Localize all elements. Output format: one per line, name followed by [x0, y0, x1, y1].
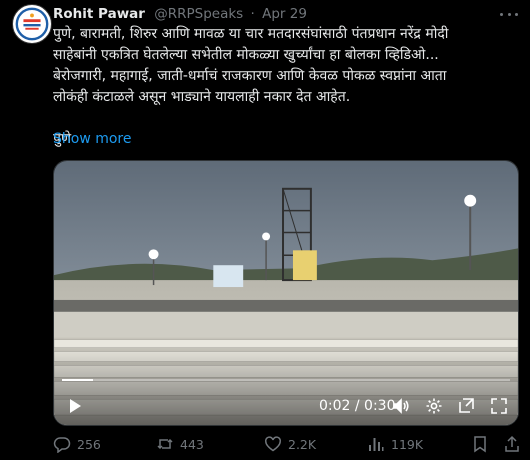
avatar-logo-icon [13, 5, 51, 43]
tweet-timestamp[interactable]: Apr 29 [262, 6, 307, 22]
video-controls: 0:02 / 0:30 [54, 393, 518, 419]
tweet-text-line: पुणे, बारामती, शिरुर आणि मावळ या चार मतद… [53, 26, 449, 42]
video-frame [54, 161, 518, 425]
avatar[interactable] [12, 4, 52, 44]
show-more-link[interactable]: Show more [53, 129, 132, 150]
reply-button[interactable]: 256 [53, 434, 101, 454]
tweet: Rohit Pawar @RRPSpeaks · Apr 29 पुणे, बा… [0, 0, 530, 460]
tweet-text-line: साहेबांनी एकत्रित घेतलेल्या सभेतील मोकळ्… [53, 47, 439, 63]
video-timecode: 0:02 / 0:30 [319, 398, 396, 414]
views-button[interactable]: 119K [367, 434, 423, 454]
reply-icon [53, 437, 71, 453]
like-count: 2.2K [288, 436, 317, 452]
settings-icon[interactable] [425, 397, 443, 415]
views-chart-icon [369, 438, 384, 451]
author-name[interactable]: Rohit Pawar [53, 6, 145, 22]
share-button[interactable] [503, 434, 527, 454]
repost-count: 443 [180, 436, 204, 452]
tweet-text-line: बेरोजगारी, महागाई, जाती-धर्माचं राजकारण … [53, 68, 447, 84]
bookmark-icon [474, 436, 486, 453]
bookmark-button[interactable] [471, 434, 495, 454]
video-player[interactable]: 0:02 / 0:30 [53, 160, 519, 426]
heart-icon [265, 436, 281, 452]
reply-count: 256 [77, 436, 101, 452]
tweet-text-line: लोकंही कंटाळले असून भाड्याने यायलाही नका… [53, 89, 351, 105]
repost-icon [157, 438, 173, 450]
video-progress-bar[interactable] [62, 379, 510, 381]
tweet-actions: 256 443 2.2K 119K [53, 432, 519, 456]
play-icon[interactable] [66, 397, 84, 415]
header-separator: · [250, 6, 255, 22]
repost-button[interactable]: 443 [156, 434, 204, 454]
views-count: 119K [391, 436, 424, 452]
volume-icon[interactable] [392, 397, 410, 415]
share-icon [505, 435, 519, 452]
picture-in-picture-icon[interactable] [457, 397, 475, 415]
tweet-header: Rohit Pawar @RRPSpeaks · Apr 29 [53, 5, 307, 23]
more-options-icon[interactable] [500, 7, 518, 21]
author-handle[interactable]: @RRPSpeaks [154, 6, 243, 22]
like-button[interactable]: 2.2K [264, 434, 316, 454]
fullscreen-icon[interactable] [490, 397, 508, 415]
video-progress-fill [62, 379, 94, 381]
